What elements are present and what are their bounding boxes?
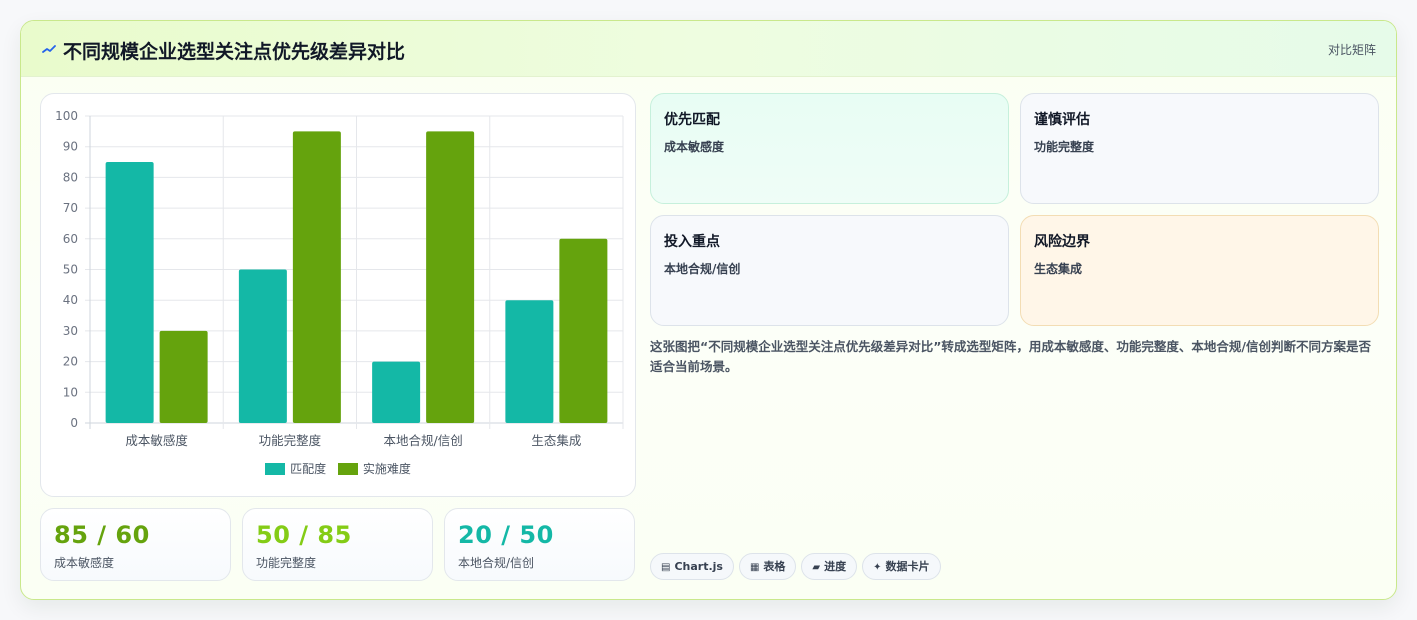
stat-label: 成本敏感度 (54, 556, 115, 570)
stat-label: 功能完整度 (256, 556, 317, 570)
x-tick-label: 生态集成 (531, 433, 581, 448)
progress-icon: ▰ (812, 562, 821, 573)
quadrant-title: 风险边界 (1034, 234, 1090, 250)
legend-label-match: 匹配度 (290, 462, 327, 476)
quadrant-value: 生态集成 (1034, 262, 1083, 276)
stat-card-compliance: 20 / 50 本地合规/信创 (444, 508, 635, 581)
chip-chartjs[interactable]: ▤ Chart.js (650, 553, 734, 580)
chip-label: Chart.js (674, 560, 723, 573)
bar-difficulty (292, 131, 341, 423)
card-header: 不同规模企业选型关注点优先级差异对比 对比矩阵 (21, 21, 1396, 77)
quadrant-title: 优先匹配 (664, 112, 720, 128)
x-tick-label: 功能完整度 (259, 433, 322, 448)
legend-swatch-difficulty (337, 462, 358, 475)
header-tag: 对比矩阵 (1327, 43, 1376, 57)
tech-chip-list: ▤ Chart.js ▦ 表格 ▰ 进度 ✦ 数据卡片 (650, 553, 946, 580)
y-tick-label: 40 (63, 293, 78, 307)
chip-label: 进度 (824, 560, 847, 573)
trend-icon (42, 45, 56, 53)
y-tick-label: 50 (63, 263, 78, 277)
y-tick-label: 100 (55, 109, 78, 123)
chip-label: 数据卡片 (885, 560, 930, 573)
quadrant-priority-match: 优先匹配 成本敏感度 (650, 93, 1009, 204)
matrix-card: 不同规模企业选型关注点优先级差异对比 对比矩阵 0 10 20 30 40 50 60 70 8… (20, 20, 1397, 600)
y-tick-label: 0 (70, 416, 78, 430)
bar-difficulty (426, 131, 475, 423)
stat-value: 85 / 60 (54, 521, 150, 549)
bar-chart-canvas: 0 10 20 30 40 50 60 70 80 90 100 成本敏感度 功能完整度 本地合规/信创 生… (55, 109, 624, 448)
bar-difficulty (159, 330, 208, 423)
chip-table[interactable]: ▦ 表格 (738, 553, 797, 580)
chart-icon: ▤ (661, 562, 671, 573)
y-tick-label: 90 (63, 140, 78, 154)
bar-match (372, 361, 421, 423)
bar-difficulty (559, 238, 608, 423)
quadrant-risk-boundary: 风险边界 生态集成 (1020, 215, 1379, 326)
sparkle-icon: ✦ (873, 562, 882, 573)
quadrant-cautious-eval: 谨慎评估 功能完整度 (1020, 93, 1379, 204)
bar-match (105, 162, 154, 424)
y-tick-label: 30 (63, 324, 78, 338)
bar-chart: 0 10 20 30 40 50 60 70 80 90 100 成本敏感度 功能完整度 本地合规/信创 生… (40, 93, 636, 497)
legend-label-difficulty: 实施难度 (362, 462, 411, 476)
y-tick-label: 20 (63, 355, 78, 369)
quadrant-value: 本地合规/信创 (664, 262, 741, 276)
quadrant-title: 投入重点 (664, 234, 720, 250)
legend-item-difficulty[interactable]: 实施难度 (337, 460, 411, 477)
stat-card-feature: 50 / 85 功能完整度 (242, 508, 433, 581)
chip-data-card[interactable]: ✦ 数据卡片 (862, 553, 941, 580)
y-tick-label: 70 (63, 201, 78, 215)
y-tick-label: 10 (63, 385, 78, 399)
page-title: 不同规模企业选型关注点优先级差异对比 (63, 41, 406, 63)
stat-label: 本地合规/信创 (458, 556, 535, 570)
stat-value: 50 / 85 (256, 521, 352, 549)
y-tick-label: 60 (63, 232, 78, 246)
quadrant-investment-focus: 投入重点 本地合规/信创 (650, 215, 1009, 326)
quadrant-title: 谨慎评估 (1034, 112, 1090, 128)
x-tick-label: 成本敏感度 (125, 433, 188, 448)
quadrant-value: 功能完整度 (1034, 140, 1095, 154)
y-tick-label: 80 (63, 170, 78, 184)
bar-match (238, 269, 287, 423)
legend-item-match[interactable]: 匹配度 (265, 460, 326, 477)
stat-value: 20 / 50 (458, 521, 554, 549)
x-tick-label: 本地合规/信创 (384, 433, 463, 448)
chip-progress[interactable]: ▰ 进度 (801, 553, 858, 580)
legend-swatch-match (265, 462, 286, 475)
quadrant-value: 成本敏感度 (664, 140, 725, 154)
table-icon: ▦ (749, 562, 760, 573)
bar-match (505, 300, 554, 423)
chart-description: 这张图把“不同规模企业选型关注点优先级差异对比”转成选型矩阵，用成本敏感度、功能… (650, 339, 1371, 374)
stat-card-cost: 85 / 60 成本敏感度 (40, 508, 231, 581)
chip-label: 表格 (763, 560, 786, 573)
chart-legend[interactable]: 匹配度 实施难度 (41, 460, 635, 478)
